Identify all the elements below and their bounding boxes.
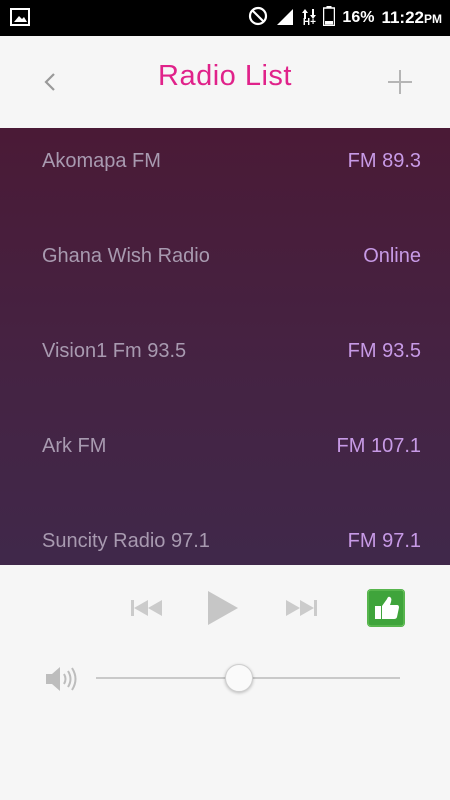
like-button[interactable] (367, 589, 405, 632)
station-row[interactable]: Vision1 Fm 93.5 FM 93.5 (0, 318, 450, 413)
station-name: Ark FM (42, 435, 107, 457)
station-name: Akomapa FM (42, 150, 161, 172)
previous-button[interactable] (130, 597, 164, 624)
add-station-button[interactable] (384, 66, 416, 98)
next-icon (286, 600, 317, 616)
volume-button[interactable] (44, 664, 78, 699)
station-list: Akomapa FM FM 89.3 Ghana Wish Radio Onli… (0, 128, 450, 565)
station-row[interactable]: Ark FM FM 107.1 (0, 413, 450, 508)
status-bar: H+ 16% 11:22PM (0, 0, 450, 36)
signal-icon (275, 6, 295, 31)
speaker-icon (46, 667, 77, 691)
play-icon (208, 591, 238, 625)
station-name: Ghana Wish Radio (42, 245, 210, 267)
thumbs-up-icon (367, 589, 405, 627)
station-row[interactable]: Suncity Radio 97.1 FM 97.1 (0, 508, 450, 565)
page-title: Radio List (158, 60, 292, 92)
station-frequency: FM 97.1 (347, 530, 421, 552)
station-frequency: FM 107.1 (336, 435, 421, 457)
next-button[interactable] (284, 597, 318, 624)
app-header: Radio List (0, 36, 450, 128)
gallery-notification-icon (10, 8, 30, 31)
clock: 11:22PM (381, 8, 442, 27)
station-row[interactable]: Akomapa FM FM 89.3 (0, 128, 450, 223)
player-panel (0, 565, 450, 800)
station-row[interactable]: Ghana Wish Radio Online (0, 223, 450, 318)
station-frequency: Online (363, 245, 421, 267)
station-frequency: FM 93.5 (347, 340, 421, 362)
station-name: Suncity Radio 97.1 (42, 530, 210, 552)
play-button[interactable] (206, 590, 240, 631)
network-type-indicator: H+ (302, 9, 317, 28)
volume-slider-thumb[interactable] (224, 664, 253, 692)
battery-icon (323, 5, 336, 31)
do-not-disturb-icon (248, 6, 268, 31)
station-name: Vision1 Fm 93.5 (42, 340, 187, 362)
battery-percent: 16% (342, 9, 375, 26)
plus-icon (388, 70, 412, 94)
station-frequency: FM 89.3 (347, 150, 421, 172)
previous-icon (131, 600, 162, 616)
